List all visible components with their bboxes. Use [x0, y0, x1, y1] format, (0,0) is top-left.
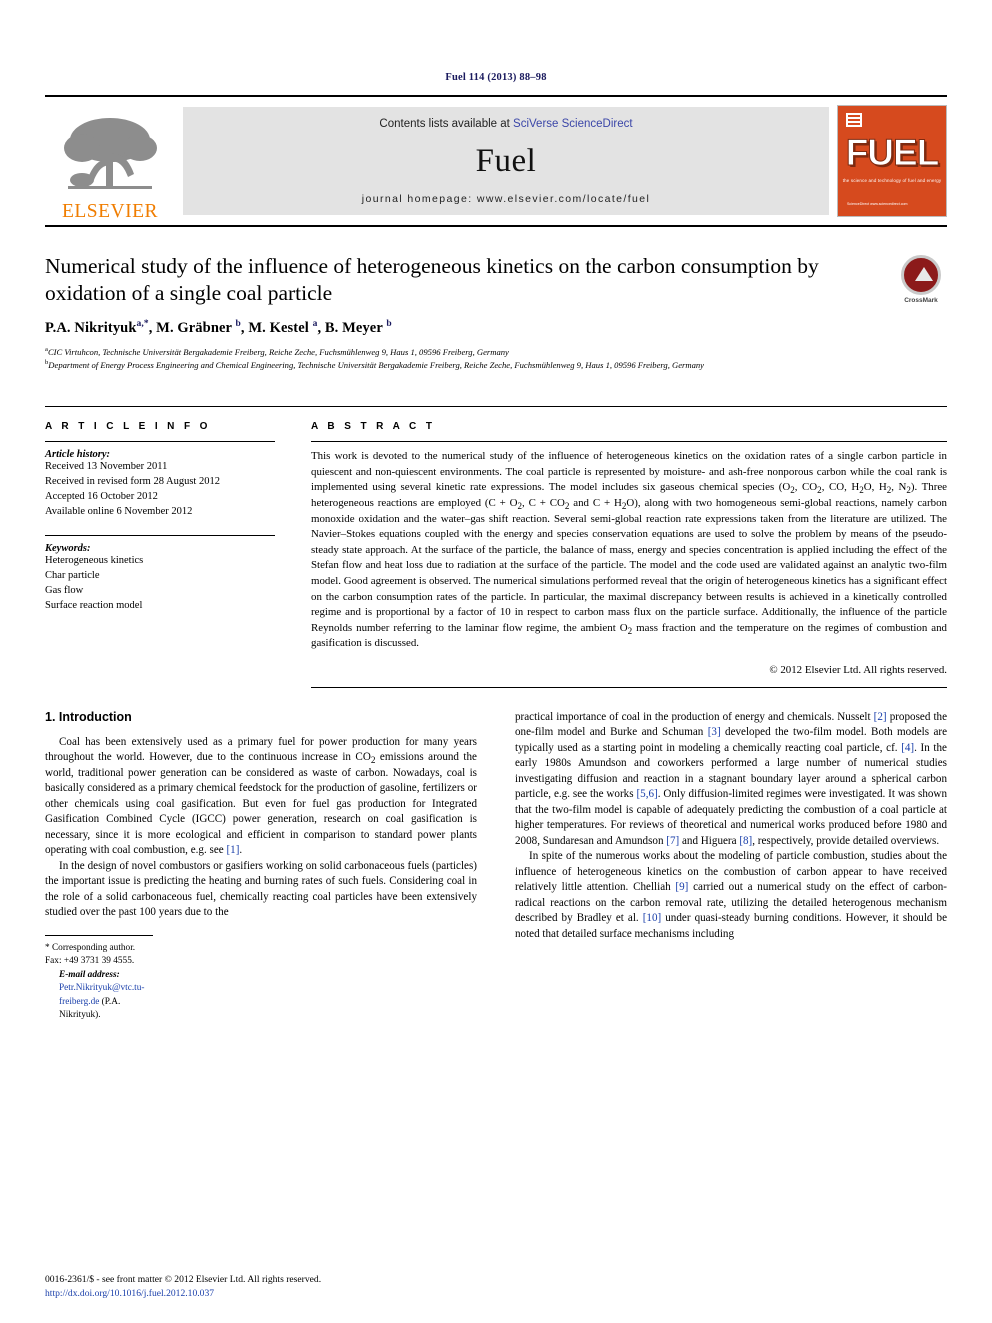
paragraph: practical importance of coal in the prod…: [515, 711, 947, 847]
body-column-right: practical importance of coal in the prod…: [515, 710, 947, 1022]
article-info-rule: [45, 441, 275, 443]
page-title: Numerical study of the influence of hete…: [45, 254, 819, 306]
author-list: P.A. Nikrityuka,*, M. Gräbner b, M. Kest…: [45, 319, 392, 337]
running-head: Fuel 114 (2013) 88–98: [445, 72, 547, 83]
journal-homepage-link[interactable]: journal homepage: www.elsevier.com/locat…: [362, 193, 651, 205]
contents-prefix: Contents lists available at: [379, 118, 514, 130]
page-footer: 0016-2361/$ - see front matter © 2012 El…: [45, 1273, 321, 1301]
body-column-left: 1. Introduction Coal has been extensivel…: [45, 710, 477, 1022]
keyword-item: Char particle: [45, 569, 100, 581]
journal-title: Fuel: [475, 143, 537, 179]
issn-copyright-line: 0016-2361/$ - see front matter © 2012 El…: [45, 1274, 322, 1286]
masthead-bottom-rule: [45, 225, 947, 227]
body-columns: 1. Introduction Coal has been extensivel…: [45, 710, 947, 1022]
keywords-rule: [45, 534, 275, 536]
crossmark-badge[interactable]: CrossMark: [895, 255, 947, 307]
journal-masthead: ELSEVIER Contents lists available at Sci…: [45, 95, 947, 225]
article-history-label: Article history:: [45, 449, 111, 461]
abstract-column: A B S T R A C T This work is devoted to …: [311, 421, 947, 688]
abstract-text: This work is devoted to the numerical st…: [311, 450, 947, 650]
crossmark-label: CrossMark: [904, 297, 938, 304]
cover-title: FUEL: [845, 132, 940, 174]
history-item: Received in revised form 28 August 2012: [45, 476, 220, 488]
paragraph: In the design of novel combustors or gas…: [45, 859, 477, 919]
abstract-copyright: © 2012 Elsevier Ltd. All rights reserved…: [769, 664, 947, 676]
keyword-item: Heterogeneous kinetics: [45, 554, 144, 566]
cover-elsevier-icon: [846, 113, 862, 127]
contents-available-line: Contents lists available at SciVerse Sci…: [379, 118, 632, 130]
history-item: Available online 6 November 2012: [45, 506, 193, 517]
elsevier-logo: ELSEVIER: [45, 97, 175, 225]
abstract-bottom-rule: [311, 687, 947, 688]
abstract-heading: A B S T R A C T: [311, 421, 436, 433]
keywords-label: Keywords:: [45, 542, 91, 554]
paragraph: Coal has been extensively used as a prim…: [45, 736, 477, 857]
elsevier-wordmark: ELSEVIER: [61, 200, 159, 222]
journal-cover-image: FUEL the science and technology of fuel …: [837, 105, 947, 217]
masthead-center: Contents lists available at SciVerse Sci…: [183, 107, 829, 215]
history-item: Accepted 16 October 2012: [45, 491, 158, 503]
cover-footer: ScienceDirect www.sciencedirect.com: [847, 201, 908, 206]
footnote-block: * Corresponding author. Fax: +49 3731 39…: [45, 934, 153, 1023]
article-info-heading: A R T I C L E I N F O: [45, 421, 211, 433]
keyword-item: Gas flow: [45, 584, 84, 596]
paragraph: In spite of the numerous works about the…: [515, 850, 947, 940]
abstract-rule: [311, 441, 947, 443]
affiliation-list: aCIC Virtuhcon, Technische Universität B…: [45, 346, 947, 372]
elsevier-tree-icon: [64, 117, 157, 189]
keyword-item: Surface reaction model: [45, 599, 143, 611]
sciencedirect-link[interactable]: SciVerse ScienceDirect: [513, 118, 633, 130]
affiliation: bDepartment of Energy Process Engineerin…: [45, 359, 704, 371]
crossmark-icon: [901, 255, 941, 295]
cover-subtitle: the science and technology of fuel and e…: [842, 178, 942, 183]
email-note: E-mail address: Petr.Nikrityuk@vtc.tu-fr…: [59, 969, 145, 1020]
doi-link[interactable]: http://dx.doi.org/10.1016/j.fuel.2012.10…: [45, 1287, 321, 1301]
section-heading-introduction: 1. Introduction: [45, 710, 132, 724]
title-block: CrossMark Numerical study of the influen…: [45, 253, 947, 372]
history-item: Received 13 November 2011: [45, 461, 168, 473]
info-abstract-row: A R T I C L E I N F O Article history: R…: [45, 406, 947, 688]
article-info-column: A R T I C L E I N F O Article history: R…: [45, 421, 275, 688]
paper-page: Fuel 114 (2013) 88–98 ELSEVIER Contents …: [0, 0, 992, 1323]
corresponding-author-note: * Corresponding author. Fax: +49 3731 39…: [45, 942, 136, 967]
affiliation: aCIC Virtuhcon, Technische Universität B…: [45, 346, 509, 358]
